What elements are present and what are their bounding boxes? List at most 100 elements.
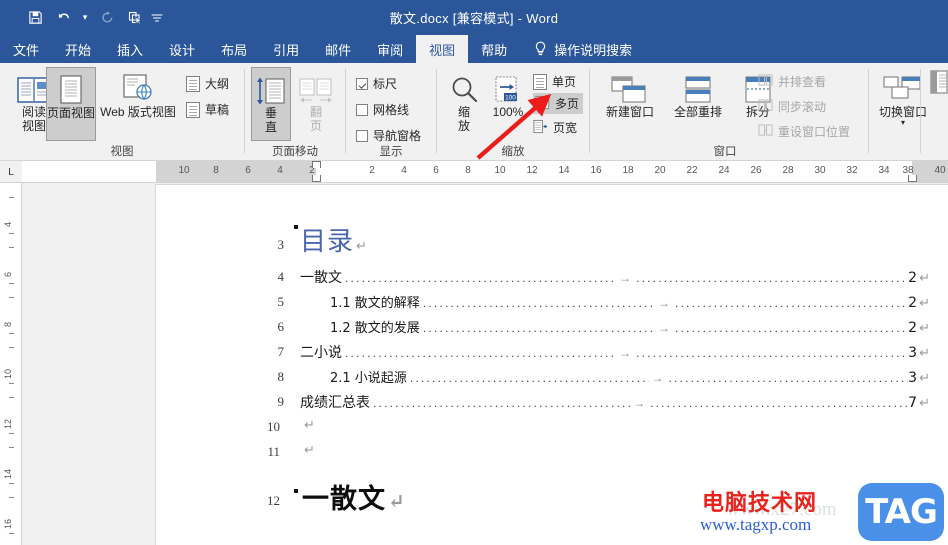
document-page[interactable]: 3 4 5 6 7 8 9 10 11 12 目录 ↵ 一散文 .........… bbox=[156, 185, 948, 545]
line-number: 9 bbox=[277, 394, 285, 409]
pilcrow-icon: ↵ bbox=[304, 442, 315, 457]
zoom-button[interactable]: 缩 放 bbox=[445, 67, 483, 141]
ruler-number: 16 bbox=[590, 165, 602, 176]
new-window-button[interactable]: 新建窗口 bbox=[598, 67, 662, 141]
ruler-number: 4 bbox=[401, 165, 407, 176]
ruler-number: 10 bbox=[494, 165, 506, 176]
toc-heading: 目录 ↵ bbox=[300, 221, 368, 258]
toc-page-number: 3 bbox=[908, 345, 918, 361]
gridlines-label: 网格线 bbox=[373, 103, 410, 117]
watermark: www.x27.com TAG 电脑技术网 www.tagxp.com bbox=[696, 481, 946, 543]
body-heading-text: 一散文 bbox=[302, 484, 386, 515]
pilcrow-icon: ↵ bbox=[919, 345, 930, 360]
tell-me-search[interactable]: 操作说明搜索 bbox=[520, 35, 632, 63]
watermark-logo: TAG bbox=[858, 483, 944, 541]
web-layout-icon bbox=[121, 67, 155, 105]
quick-access-toolbar: ▾ bbox=[22, 0, 164, 35]
word-window: 散文.docx [兼容模式] - Word ▾ 文件 开始 插入 设计 布局 引… bbox=[0, 0, 948, 545]
synchronous-scrolling-button: 同步滚动 bbox=[758, 96, 826, 117]
draft-label: 草稿 bbox=[205, 103, 230, 117]
outline-label: 大纲 bbox=[205, 77, 230, 91]
chevron-down-icon[interactable]: ▾ bbox=[78, 5, 92, 31]
first-line-indent-marker[interactable] bbox=[312, 161, 321, 168]
zoom-100-button[interactable]: 100 100% bbox=[485, 67, 531, 141]
ribbon: 阅读 视图 页面视图 Web 版式视图 大纲 草稿 视图 垂 直 翻 页 页面移… bbox=[0, 63, 948, 161]
horizontal-ruler[interactable]: L 10 8 6 4 2 2 4 6 8 10 12 14 16 18 20 2… bbox=[0, 161, 948, 183]
tab-home[interactable]: 开始 bbox=[52, 35, 104, 63]
ribbon-group-show: 标尺 网格线 导航窗格 显示 bbox=[346, 63, 436, 161]
line-number: 11 bbox=[267, 444, 280, 459]
leader-dots: ........................................… bbox=[422, 296, 656, 310]
leader-dots: ........................................… bbox=[345, 271, 617, 285]
group-label-window: 窗口 bbox=[713, 146, 737, 158]
toc-page-number: 2 bbox=[908, 270, 918, 286]
page-width-icon bbox=[533, 119, 548, 137]
tab-design[interactable]: 设计 bbox=[156, 35, 208, 63]
gridlines-checkbox[interactable]: 网格线 bbox=[356, 99, 409, 120]
reset-window-position-button: 重设窗口位置 bbox=[758, 121, 850, 142]
toc-entry-row[interactable]: 二小说 ....................................… bbox=[300, 342, 930, 364]
toc-entry-row[interactable]: 一散文 ....................................… bbox=[300, 267, 930, 289]
checkbox-icon[interactable] bbox=[356, 129, 368, 142]
web-layout-button[interactable]: Web 版式视图 bbox=[98, 67, 178, 141]
vruler-number: 14 bbox=[3, 468, 13, 479]
chevron-down-icon[interactable]: ▾ bbox=[901, 119, 905, 127]
leader-dots: ........................................… bbox=[345, 346, 617, 360]
view-side-by-side-icon bbox=[758, 73, 773, 90]
vertical-scroll-button[interactable]: 垂 直 bbox=[251, 67, 291, 141]
one-page-button[interactable]: 单页 bbox=[533, 71, 576, 92]
tab-arrow-icon: → bbox=[619, 346, 632, 360]
copy-icon[interactable] bbox=[122, 5, 148, 31]
side-to-side-label-2: 页 bbox=[309, 119, 322, 133]
group-label-views: 视图 bbox=[110, 146, 134, 158]
tab-stop-selector[interactable]: L bbox=[0, 161, 22, 182]
arrange-all-button[interactable]: 全部重排 bbox=[666, 67, 730, 141]
line-number: 4 bbox=[277, 269, 285, 284]
toc-entry-row[interactable]: 1.1 散文的解释 ..............................… bbox=[330, 292, 930, 314]
tab-file[interactable]: 文件 bbox=[0, 35, 52, 63]
vertical-ruler[interactable]: 4 6 8 10 12 14 16 bbox=[0, 183, 22, 545]
macros-button[interactable] bbox=[930, 69, 948, 103]
toc-entry-row[interactable]: 2.1 小说起源 ...............................… bbox=[330, 367, 930, 389]
outline-button[interactable]: 大纲 bbox=[186, 73, 229, 94]
leader-dots: ........................................… bbox=[422, 321, 656, 335]
multiple-pages-button[interactable]: 多页 bbox=[533, 93, 584, 114]
line-number: 12 bbox=[267, 493, 280, 508]
hanging-indent-marker[interactable] bbox=[312, 175, 321, 182]
vertical-label-2: 直 bbox=[264, 120, 277, 134]
tab-review[interactable]: 审阅 bbox=[364, 35, 416, 63]
right-indent-marker[interactable] bbox=[908, 175, 917, 182]
save-icon[interactable] bbox=[22, 5, 48, 31]
tab-view[interactable]: 视图 bbox=[416, 35, 469, 63]
ruler-checkbox[interactable]: 标尺 bbox=[356, 73, 397, 94]
ruler-number: 22 bbox=[686, 165, 698, 176]
paragraph-anchor-icon bbox=[294, 489, 298, 493]
print-layout-button[interactable]: 页面视图 bbox=[46, 67, 96, 141]
ruler-number: 34 bbox=[878, 165, 890, 176]
tab-mailings[interactable]: 邮件 bbox=[312, 35, 364, 63]
ribbon-group-page-movement: 垂 直 翻 页 页面移动 bbox=[245, 63, 345, 161]
undo-icon[interactable] bbox=[50, 5, 76, 31]
zoom-label-2: 放 bbox=[457, 119, 470, 133]
page-width-button[interactable]: 页宽 bbox=[533, 117, 577, 138]
tab-references[interactable]: 引用 bbox=[260, 35, 312, 63]
svg-text:100: 100 bbox=[505, 95, 516, 102]
toc-entry-row[interactable]: 成绩汇总表 ..................................… bbox=[300, 392, 930, 414]
customize-qat-icon[interactable] bbox=[150, 5, 164, 31]
switch-windows-icon bbox=[882, 67, 924, 105]
lightbulb-icon bbox=[534, 41, 548, 57]
tab-insert[interactable]: 插入 bbox=[104, 35, 156, 63]
horizontal-ruler-track[interactable]: 10 8 6 4 2 2 4 6 8 10 12 14 16 18 20 22 … bbox=[22, 161, 948, 182]
document-canvas[interactable]: 3 4 5 6 7 8 9 10 11 12 目录 ↵ 一散文 .........… bbox=[22, 183, 948, 545]
tab-arrow-icon: → bbox=[651, 371, 664, 385]
switch-windows-button[interactable]: 切换窗口 ▾ bbox=[872, 67, 934, 141]
toc-entry-row[interactable]: 1.2 散文的发展 ..............................… bbox=[330, 317, 930, 339]
new-window-label: 新建窗口 bbox=[605, 105, 654, 119]
tab-layout[interactable]: 布局 bbox=[208, 35, 260, 63]
checkbox-icon[interactable] bbox=[356, 77, 368, 90]
draft-button[interactable]: 草稿 bbox=[186, 99, 229, 120]
tab-help[interactable]: 帮助 bbox=[468, 35, 520, 63]
checkbox-icon[interactable] bbox=[356, 103, 368, 116]
new-window-icon bbox=[610, 67, 650, 105]
outline-icon bbox=[186, 75, 200, 92]
